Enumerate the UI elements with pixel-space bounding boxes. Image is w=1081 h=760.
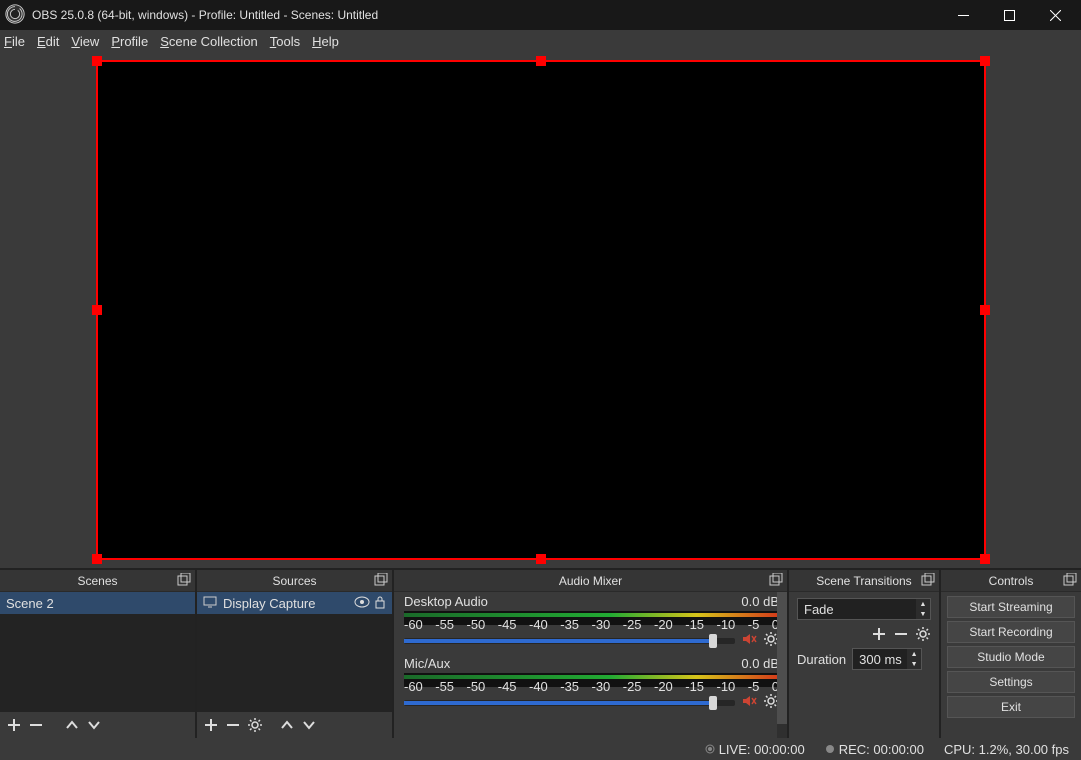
panels-row: Scenes Scene 2 Sources Display Capture — [0, 568, 1081, 738]
track-level: 0.0 dB — [741, 594, 779, 609]
remove-scene-button[interactable] — [28, 717, 44, 733]
status-live: LIVE: 00:00:00 — [719, 742, 805, 757]
lock-toggle[interactable] — [374, 595, 386, 612]
popout-icon[interactable] — [374, 573, 388, 587]
maximize-button[interactable] — [989, 0, 1035, 30]
app-icon — [4, 3, 32, 28]
source-up-button[interactable] — [279, 717, 295, 733]
menu-scene-collection[interactable]: Scene Collection — [160, 34, 258, 49]
menu-file[interactable]: File — [4, 34, 25, 49]
scenes-title: Scenes — [77, 574, 117, 588]
close-button[interactable] — [1035, 0, 1081, 30]
control-button-studio mode[interactable]: Studio Mode — [947, 646, 1075, 668]
window-title: OBS 25.0.8 (64-bit, windows) - Profile: … — [32, 8, 378, 22]
control-button-exit[interactable]: Exit — [947, 696, 1075, 718]
duration-label: Duration — [797, 652, 846, 667]
mute-button[interactable] — [741, 631, 757, 650]
track-name: Desktop Audio — [404, 594, 488, 609]
duration-value: 300 ms — [859, 652, 902, 667]
panel-audio-mixer: Audio Mixer Desktop Audio 0.0 dB -60-55-5… — [394, 570, 787, 738]
preview-area[interactable] — [0, 52, 1081, 568]
titlebar: OBS 25.0.8 (64-bit, windows) - Profile: … — [0, 0, 1081, 30]
scene-item-label: Scene 2 — [6, 596, 54, 611]
menu-help[interactable]: Help — [312, 34, 339, 49]
vu-meter: -60-55-50-45-40-35-30-25-20-15-10-50 — [404, 611, 779, 625]
source-down-button[interactable] — [301, 717, 317, 733]
panel-sources: Sources Display Capture — [197, 570, 392, 738]
mixer-track: Mic/Aux 0.0 dB -60-55-50-45-40-35-30-25-2… — [394, 654, 787, 716]
visibility-toggle[interactable] — [354, 596, 370, 611]
display-capture-icon — [203, 595, 217, 612]
rec-indicator-icon — [825, 742, 835, 757]
mixer-track: Desktop Audio 0.0 dB -60-55-50-45-40-35-3… — [394, 592, 787, 654]
popout-icon[interactable] — [1063, 573, 1077, 587]
mixer-title: Audio Mixer — [559, 574, 622, 588]
volume-slider[interactable] — [404, 638, 735, 644]
status-cpu: CPU: 1.2%, 30.00 fps — [944, 742, 1069, 757]
track-name: Mic/Aux — [404, 656, 450, 671]
statusbar: LIVE: 00:00:00 REC: 00:00:00 CPU: 1.2%, … — [0, 738, 1081, 760]
menu-profile[interactable]: Profile — [111, 34, 148, 49]
add-scene-button[interactable] — [6, 717, 22, 733]
popout-icon[interactable] — [177, 573, 191, 587]
source-properties-button[interactable] — [247, 717, 263, 733]
vu-meter: -60-55-50-45-40-35-30-25-20-15-10-50 — [404, 673, 779, 687]
control-button-start streaming[interactable]: Start Streaming — [947, 596, 1075, 618]
add-source-button[interactable] — [203, 717, 219, 733]
source-item[interactable]: Display Capture — [197, 592, 392, 614]
status-rec: REC: 00:00:00 — [839, 742, 924, 757]
sources-title: Sources — [272, 574, 316, 588]
control-button-settings[interactable]: Settings — [947, 671, 1075, 693]
panel-controls: Controls Start Streaming Start Recording S… — [941, 570, 1081, 738]
panel-scene-transitions: Scene Transitions Fade ▲▼ Duration 300 m… — [789, 570, 939, 738]
scene-down-button[interactable] — [86, 717, 102, 733]
minimize-button[interactable] — [943, 0, 989, 30]
preview-canvas[interactable] — [96, 60, 986, 560]
add-transition-button[interactable] — [871, 626, 887, 642]
live-indicator-icon — [705, 742, 715, 757]
transition-select[interactable]: Fade ▲▼ — [797, 598, 931, 620]
popout-icon[interactable] — [769, 573, 783, 587]
remove-source-button[interactable] — [225, 717, 241, 733]
scene-up-button[interactable] — [64, 717, 80, 733]
controls-title: Controls — [989, 574, 1034, 588]
menu-view[interactable]: View — [71, 34, 99, 49]
source-item-label: Display Capture — [223, 596, 316, 611]
mute-button[interactable] — [741, 693, 757, 712]
control-button-start recording[interactable]: Start Recording — [947, 621, 1075, 643]
transition-properties-button[interactable] — [915, 626, 931, 642]
scene-item[interactable]: Scene 2 — [0, 592, 195, 614]
volume-slider[interactable] — [404, 700, 735, 706]
menu-tools[interactable]: Tools — [270, 34, 300, 49]
menu-edit[interactable]: Edit — [37, 34, 59, 49]
duration-input[interactable]: 300 ms ▲▼ — [852, 648, 922, 670]
popout-icon[interactable] — [921, 573, 935, 587]
track-level: 0.0 dB — [741, 656, 779, 671]
remove-transition-button[interactable] — [893, 626, 909, 642]
menubar: File Edit View Profile Scene Collection … — [0, 30, 1081, 52]
mixer-scrollbar[interactable] — [777, 592, 787, 738]
transitions-title: Scene Transitions — [816, 574, 911, 588]
panel-scenes: Scenes Scene 2 — [0, 570, 195, 738]
transition-value: Fade — [804, 602, 834, 617]
